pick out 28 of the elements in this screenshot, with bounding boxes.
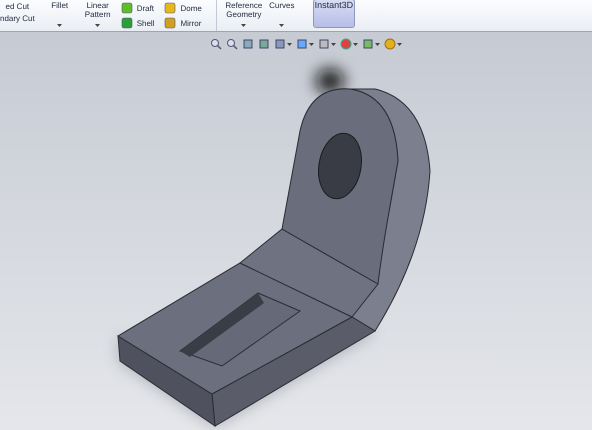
ribbon-command[interactable]: ed Cut — [0, 2, 35, 11]
ribbon-command[interactable]: Shell — [136, 18, 154, 28]
caret-icon[interactable] — [279, 24, 284, 27]
appearance-icon[interactable] — [340, 38, 352, 50]
caret-icon[interactable] — [57, 24, 62, 27]
caret-icon[interactable] — [397, 42, 402, 46]
caret-icon[interactable] — [95, 24, 100, 27]
zoom-fit-icon[interactable] — [210, 38, 222, 50]
feature-icon[interactable] — [164, 17, 176, 29]
feature-icon[interactable] — [120, 2, 133, 14]
ribbon-command[interactable]: Mirror — [180, 18, 202, 28]
caret-icon[interactable] — [241, 24, 246, 27]
caret-icon[interactable] — [287, 42, 292, 46]
ribbon-command[interactable]: ndary Cut — [0, 14, 35, 23]
caret-icon[interactable] — [375, 42, 380, 46]
ribbon-command[interactable]: Dome — [180, 4, 202, 12]
zoom-area-icon[interactable] — [226, 38, 238, 50]
ribbon-command[interactable]: Curves — [266, 1, 297, 10]
caret-icon[interactable] — [353, 42, 358, 46]
instant3d-button[interactable]: Instant3D — [312, 0, 355, 28]
feature-icon[interactable] — [120, 17, 133, 29]
ribbon-command[interactable]: Fillet — [44, 1, 75, 10]
feature-icon[interactable] — [164, 2, 176, 14]
ribbon-command[interactable]: Reference Geometry — [224, 1, 264, 19]
caret-icon[interactable] — [331, 42, 336, 46]
caret-icon[interactable] — [309, 42, 314, 46]
ribbon-command[interactable]: Linear Pattern — [78, 1, 118, 19]
ribbon-command[interactable]: Draft — [136, 4, 154, 12]
